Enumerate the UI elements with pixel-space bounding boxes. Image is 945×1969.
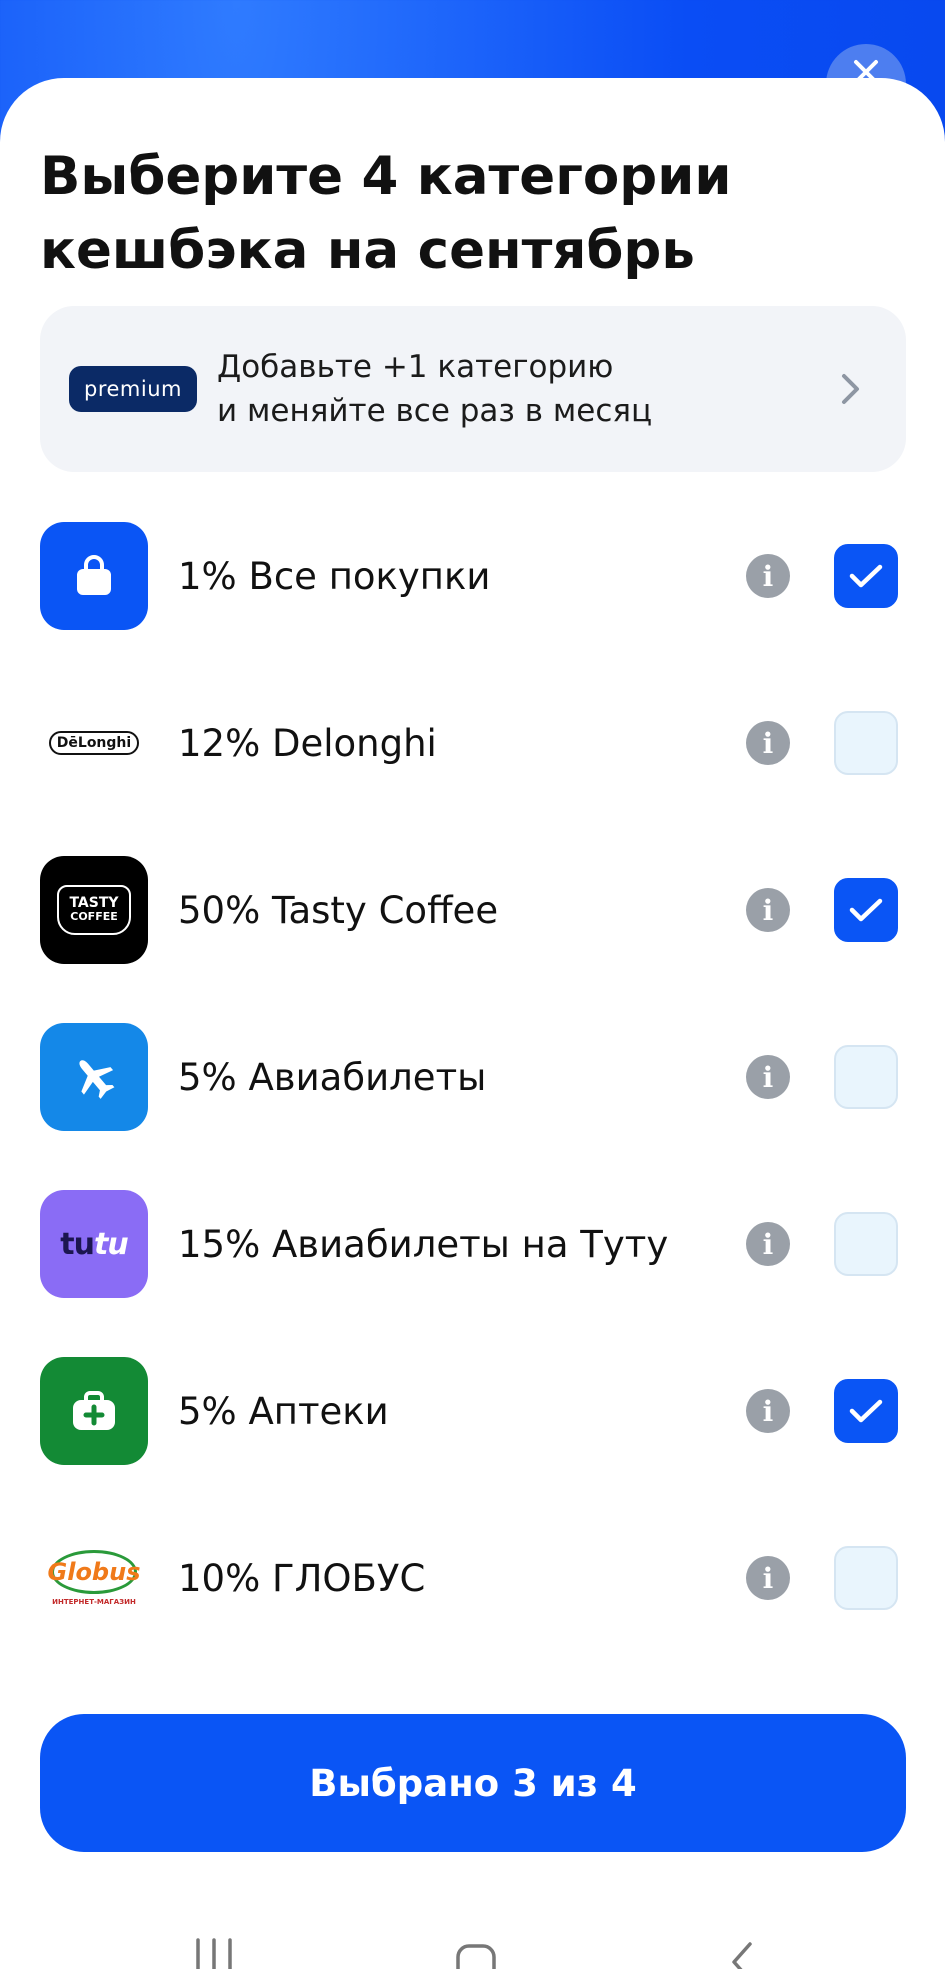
checkmark-icon bbox=[849, 898, 883, 922]
globus-logo-subtext: ИНТЕРНЕТ-МАГАЗИН bbox=[52, 1598, 136, 1606]
airplane-icon bbox=[40, 1023, 148, 1131]
info-icon[interactable]: i bbox=[746, 888, 790, 932]
checkmark-icon bbox=[849, 564, 883, 588]
category-checkbox[interactable] bbox=[834, 1546, 898, 1610]
category-label: 12% Delonghi bbox=[178, 721, 437, 765]
globus-logo: Globus ИНТЕРНЕТ-МАГАЗИН bbox=[40, 1524, 148, 1632]
category-label: 15% Авиабилеты на Туту bbox=[178, 1222, 669, 1266]
tutu-logo: tutu bbox=[40, 1190, 148, 1298]
title-line-2: кешбэка на сентябрь bbox=[40, 220, 695, 281]
system-nav-bar bbox=[0, 1928, 945, 1969]
promo-text: Добавьте +1 категорию и меняйте все раз … bbox=[217, 345, 807, 433]
recent-apps-icon[interactable] bbox=[194, 1938, 234, 1969]
info-icon[interactable]: i bbox=[746, 1389, 790, 1433]
info-icon[interactable]: i bbox=[746, 1556, 790, 1600]
globus-logo-text: Globus bbox=[47, 1558, 141, 1586]
category-row[interactable]: DēLonghi 12% Delonghi i bbox=[40, 688, 906, 798]
back-icon[interactable] bbox=[728, 1940, 756, 1969]
category-checkbox[interactable] bbox=[834, 544, 898, 608]
category-row[interactable]: tutu 15% Авиабилеты на Туту i bbox=[40, 1189, 906, 1299]
category-label: 50% Tasty Coffee bbox=[178, 888, 499, 932]
info-icon[interactable]: i bbox=[746, 554, 790, 598]
tutu-logo-text-a: tu bbox=[60, 1226, 95, 1262]
chevron-right-icon bbox=[842, 374, 859, 404]
category-row[interactable]: TASTY COFFEE 50% Tasty Coffee i bbox=[40, 855, 906, 965]
delonghi-logo-text: DēLonghi bbox=[48, 731, 140, 755]
category-row[interactable]: 5% Авиабилеты i bbox=[40, 1022, 906, 1132]
info-icon[interactable]: i bbox=[746, 721, 790, 765]
category-checkbox[interactable] bbox=[834, 711, 898, 775]
page-title: Выберите 4 категории кешбэка на сентябрь bbox=[40, 140, 900, 288]
pharmacy-icon bbox=[40, 1357, 148, 1465]
category-sheet: Выберите 4 категории кешбэка на сентябрь… bbox=[0, 78, 945, 1969]
category-checkbox[interactable] bbox=[834, 1379, 898, 1443]
selected-count-button[interactable]: Выбрано 3 из 4 bbox=[40, 1714, 906, 1852]
promo-line-2: и меняйте все раз в месяц bbox=[217, 393, 653, 429]
premium-badge: premium bbox=[69, 366, 197, 412]
info-icon[interactable]: i bbox=[746, 1222, 790, 1266]
tutu-logo-text-b: tu bbox=[94, 1226, 129, 1262]
tasty-logo-line-1: TASTY bbox=[69, 895, 119, 911]
checkmark-icon bbox=[849, 1399, 883, 1423]
info-icon[interactable]: i bbox=[746, 1055, 790, 1099]
premium-promo-banner[interactable]: premium Добавьте +1 категорию и меняйте … bbox=[40, 306, 906, 472]
title-line-1: Выберите 4 категории bbox=[40, 146, 732, 207]
tasty-logo-line-2: COFFEE bbox=[70, 910, 118, 923]
delonghi-logo: DēLonghi bbox=[40, 689, 148, 797]
category-row[interactable]: Globus ИНТЕРНЕТ-МАГАЗИН 10% ГЛОБУС i bbox=[40, 1523, 906, 1633]
tasty-coffee-logo: TASTY COFFEE bbox=[40, 856, 148, 964]
category-row[interactable]: 1% Все покупки i bbox=[40, 521, 906, 631]
category-label: 10% ГЛОБУС bbox=[178, 1556, 426, 1600]
category-label: 5% Аптеки bbox=[178, 1389, 389, 1433]
category-checkbox[interactable] bbox=[834, 1045, 898, 1109]
category-checkbox[interactable] bbox=[834, 878, 898, 942]
category-label: 1% Все покупки bbox=[178, 554, 491, 598]
category-row[interactable]: 5% Аптеки i bbox=[40, 1356, 906, 1466]
category-checkbox[interactable] bbox=[834, 1212, 898, 1276]
shopping-bag-icon bbox=[40, 522, 148, 630]
category-label: 5% Авиабилеты bbox=[178, 1055, 487, 1099]
promo-line-1: Добавьте +1 категорию bbox=[217, 349, 614, 385]
home-icon[interactable] bbox=[456, 1944, 496, 1969]
